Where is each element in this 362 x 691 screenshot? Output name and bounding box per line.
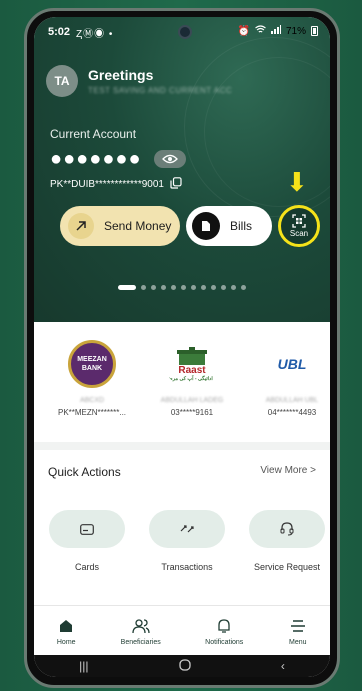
carousel-dot[interactable] bbox=[231, 285, 236, 290]
view-more-link[interactable]: View More > bbox=[260, 465, 316, 476]
nav-home[interactable]: Home bbox=[56, 616, 76, 646]
notification-icons: ⱫⓂ◉ • bbox=[76, 28, 114, 40]
battery-icon bbox=[311, 26, 318, 36]
recent-payees-list: MEEZAN BANK ABCXD PK**MEZN*******... Raa… bbox=[34, 322, 330, 442]
carousel-indicator bbox=[34, 285, 330, 290]
battery-percent: 71% bbox=[285, 25, 306, 37]
payee-item[interactable]: MEEZAN BANK ABCXD PK**MEZN*******... bbox=[52, 340, 132, 442]
recent-apps-icon[interactable]: ||| bbox=[79, 659, 88, 673]
status-right-icons: ⏰ 71% bbox=[238, 25, 318, 37]
phone-device: 5:02 ⱫⓂ◉ • ⏰ 71% TA Greetings TEST SAVIN… bbox=[24, 8, 340, 688]
status-time: 5:02 bbox=[48, 26, 71, 38]
quick-action-transactions[interactable]: Transactions bbox=[148, 510, 226, 572]
carousel-dot[interactable] bbox=[221, 285, 226, 290]
carousel-dot[interactable] bbox=[141, 285, 146, 290]
carousel-dot[interactable] bbox=[151, 285, 156, 290]
raast-building-icon bbox=[177, 346, 207, 365]
meezan-bank-logo: MEEZAN BANK bbox=[68, 340, 116, 388]
bills-button[interactable]: Bills bbox=[186, 206, 272, 246]
payee-name: ABCXD bbox=[79, 397, 105, 404]
users-icon bbox=[131, 616, 151, 636]
home-circle-icon[interactable] bbox=[179, 658, 191, 674]
carousel-dot[interactable] bbox=[181, 285, 186, 290]
payee-name: ABDULLAH LADEG bbox=[160, 397, 224, 404]
raast-logo: Raast پی ادائیگی - آپ کی مرضی bbox=[164, 340, 220, 388]
scan-button[interactable]: Scan bbox=[278, 205, 320, 247]
carousel-dot[interactable] bbox=[211, 285, 216, 290]
carousel-dot[interactable] bbox=[161, 285, 166, 290]
system-navigation-bar: ||| ‹ bbox=[34, 655, 330, 677]
avatar[interactable]: TA bbox=[46, 65, 78, 97]
headset-icon bbox=[280, 522, 294, 536]
bottom-navigation: Home Beneficiaries Notifications Menu bbox=[34, 605, 330, 655]
nav-menu[interactable]: Menu bbox=[288, 616, 308, 646]
wifi-icon bbox=[255, 25, 266, 37]
carousel-dot[interactable] bbox=[201, 285, 206, 290]
ubl-logo: UBL bbox=[277, 356, 307, 372]
quick-action-label: Cards bbox=[74, 562, 99, 572]
front-camera bbox=[178, 25, 192, 39]
quick-action-label: Transactions bbox=[161, 562, 213, 572]
signal-icon bbox=[270, 25, 281, 37]
nav-beneficiaries[interactable]: Beneficiaries bbox=[121, 616, 161, 646]
qr-scan-icon bbox=[292, 214, 306, 228]
carousel-dot-active[interactable] bbox=[118, 285, 136, 290]
bell-icon bbox=[214, 616, 234, 636]
send-money-label: Send Money bbox=[104, 219, 172, 233]
balance-mask: ●●●●●●● bbox=[50, 148, 142, 170]
payee-account: 04*******4493 bbox=[267, 408, 317, 417]
card-icon bbox=[80, 523, 94, 535]
toggle-balance-button[interactable] bbox=[153, 150, 186, 168]
payee-item[interactable]: UBL ABDULLAH UBL 04*******4493 bbox=[252, 340, 330, 442]
quick-actions-section: Quick Actions View More > Cards Transact… bbox=[34, 450, 330, 605]
balance-row: ●●●●●●● bbox=[50, 148, 186, 170]
scan-label: Scan bbox=[289, 229, 309, 238]
quick-action-label: Service Request bbox=[253, 562, 321, 572]
eye-icon bbox=[161, 154, 178, 164]
send-money-button[interactable]: Send Money bbox=[60, 206, 180, 246]
account-number-row: PK**DUIB************9001 bbox=[50, 177, 182, 192]
alarm-icon: ⏰ bbox=[237, 25, 250, 37]
payee-name: ABDULLAH UBL bbox=[265, 397, 319, 404]
greeting-block: TA Greetings TEST SAVING AND CURRENT ACC bbox=[46, 65, 232, 97]
greeting-title: Greetings bbox=[88, 67, 154, 83]
payee-account: PK**MEZN*******... bbox=[57, 408, 127, 417]
payee-item[interactable]: Raast پی ادائیگی - آپ کی مرضی ABDULLAH L… bbox=[152, 340, 232, 442]
bills-label: Bills bbox=[230, 219, 253, 233]
nav-notifications[interactable]: Notifications bbox=[205, 616, 243, 646]
account-hero-card: 5:02 ⱫⓂ◉ • ⏰ 71% TA Greetings TEST SAVIN… bbox=[34, 17, 330, 322]
transfer-icon bbox=[180, 525, 194, 533]
quick-actions-title: Quick Actions bbox=[48, 465, 121, 479]
carousel-dot[interactable] bbox=[241, 285, 246, 290]
account-number: PK**DUIB************9001 bbox=[50, 179, 164, 190]
quick-action-cards[interactable]: Cards bbox=[48, 510, 126, 572]
account-holder-name: TEST SAVING AND CURRENT ACC bbox=[88, 86, 233, 95]
account-type-label: Current Account bbox=[50, 127, 137, 141]
quick-action-service-request[interactable]: Service Request bbox=[248, 510, 326, 572]
carousel-dot[interactable] bbox=[191, 285, 196, 290]
back-icon[interactable]: ‹ bbox=[281, 659, 285, 673]
payee-account: 03*****9161 bbox=[170, 408, 214, 417]
carousel-dot[interactable] bbox=[171, 285, 176, 290]
copy-icon[interactable] bbox=[170, 177, 182, 192]
arrow-up-right-icon bbox=[68, 213, 94, 239]
app-screen: 5:02 ⱫⓂ◉ • ⏰ 71% TA Greetings TEST SAVIN… bbox=[34, 17, 330, 677]
down-arrow-indicator-icon: ⬇ bbox=[286, 167, 308, 197]
bill-icon bbox=[192, 212, 220, 240]
home-icon bbox=[56, 616, 76, 636]
menu-icon bbox=[288, 616, 308, 636]
primary-actions: Send Money Bills Scan bbox=[60, 205, 320, 247]
